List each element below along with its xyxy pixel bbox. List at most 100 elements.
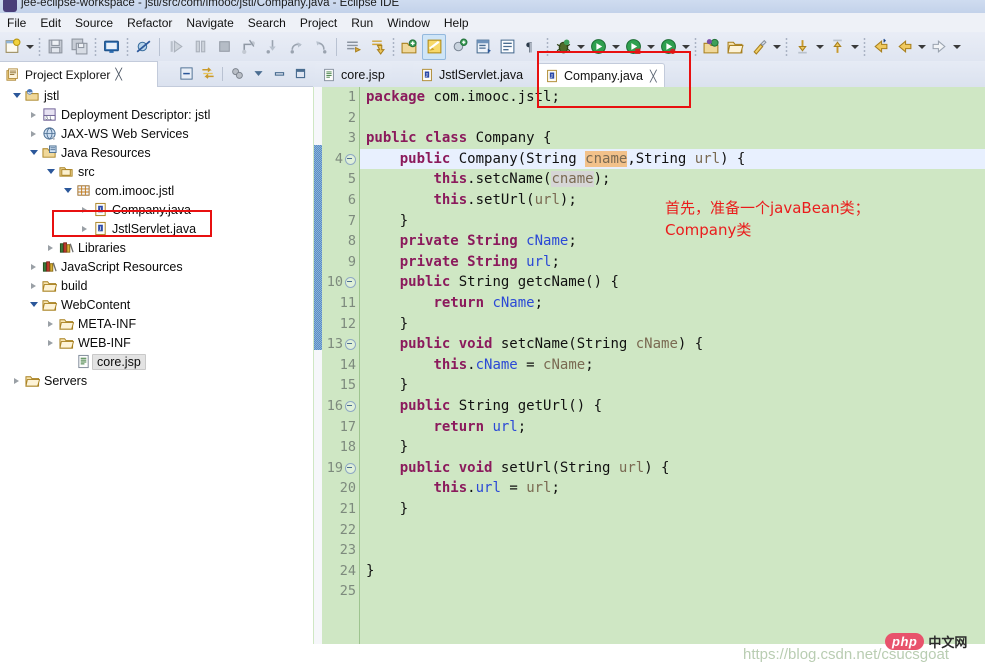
tree-item-com-imooc-jstl[interactable]: com.imooc.jstl: [0, 181, 313, 200]
step-over-icon[interactable]: [285, 35, 307, 59]
menu-item-file[interactable]: File: [0, 15, 33, 31]
tree-item-core-jsp[interactable]: core.jsp: [0, 352, 313, 371]
open-folder-icon[interactable]: [724, 35, 746, 59]
tree-item-servers[interactable]: Servers: [0, 371, 313, 390]
code-line[interactable]: this.cName = cName;: [360, 355, 985, 376]
chevron-down-icon[interactable]: [27, 143, 40, 162]
chevron-right-icon[interactable]: [27, 276, 40, 295]
disconnect-icon[interactable]: [237, 35, 259, 59]
fold-toggle-icon[interactable]: [345, 462, 356, 474]
next-annotation-icon[interactable]: [342, 35, 364, 59]
new-java-class-icon[interactable]: [422, 33, 446, 60]
minimize-view-icon[interactable]: [269, 63, 290, 84]
forward-dropdown[interactable]: [951, 35, 962, 59]
code-line[interactable]: [360, 519, 985, 540]
menu-item-edit[interactable]: Edit: [33, 15, 68, 31]
suspend-icon[interactable]: [189, 35, 211, 59]
editor-tab-jstlservlet-java[interactable]: J JstlServlet.java: [413, 63, 531, 87]
previous-edit-icon[interactable]: [791, 35, 813, 59]
code-line[interactable]: }: [360, 499, 985, 520]
code-line[interactable]: public String getcName() {: [360, 272, 985, 293]
external-tools-icon[interactable]: [748, 35, 770, 59]
fold-toggle-icon[interactable]: [345, 277, 356, 289]
external-tools-dropdown[interactable]: [771, 35, 782, 59]
terminate-icon[interactable]: [213, 35, 235, 59]
code-line[interactable]: return cName;: [360, 293, 985, 314]
code-text[interactable]: package com.imooc.jstl; public class Comp…: [360, 87, 985, 644]
menu-item-search[interactable]: Search: [241, 15, 293, 31]
scrollbar-thumb[interactable]: [314, 145, 322, 350]
link-with-editor-icon[interactable]: [197, 63, 218, 84]
code-line[interactable]: public Company(String cname,String url) …: [360, 148, 985, 170]
skip-breakpoints-icon[interactable]: [132, 35, 154, 59]
view-menu-icon[interactable]: [248, 63, 269, 84]
maximize-view-icon[interactable]: [290, 63, 311, 84]
step-into-icon[interactable]: [261, 35, 283, 59]
chevron-down-icon[interactable]: [27, 295, 40, 314]
fold-toggle-icon[interactable]: [345, 400, 356, 412]
project-tree[interactable]: jstl 3.1 Deployment Descriptor: jstl JAX-WS…: [0, 86, 313, 644]
tree-item-java-resources[interactable]: Java Resources: [0, 143, 313, 162]
tree-item-meta-inf[interactable]: META-INF: [0, 314, 313, 333]
tree-item-libraries[interactable]: Libraries: [0, 238, 313, 257]
new-wizard-dropdown[interactable]: [24, 35, 35, 59]
new-package-icon[interactable]: [448, 35, 470, 59]
tree-item-webcontent[interactable]: WebContent: [0, 295, 313, 314]
new-wizard-icon[interactable]: [1, 35, 23, 59]
code-line[interactable]: }: [360, 375, 985, 396]
code-line[interactable]: [360, 581, 985, 602]
code-line[interactable]: return url;: [360, 417, 985, 438]
chevron-right-icon[interactable]: [27, 257, 40, 276]
code-line[interactable]: public void setcName(String cName) {: [360, 334, 985, 355]
chevron-right-icon[interactable]: [44, 314, 57, 333]
fold-toggle-icon[interactable]: [345, 153, 356, 165]
menu-item-source[interactable]: Source: [68, 15, 120, 31]
chevron-down-icon[interactable]: [44, 162, 57, 181]
focus-on-active-task-icon[interactable]: [227, 63, 248, 84]
code-line[interactable]: public class Company {: [360, 128, 985, 149]
tree-item-build[interactable]: build: [0, 276, 313, 295]
collapse-all-icon[interactable]: [176, 63, 197, 84]
menu-item-navigate[interactable]: Navigate: [179, 15, 240, 31]
new-server-icon[interactable]: [700, 35, 722, 59]
back-history-icon[interactable]: [869, 35, 891, 59]
menu-item-help[interactable]: Help: [437, 15, 476, 31]
code-editor[interactable]: 1 2 3 4 5 6 7 8 9 10 11 12 13 14 15 16 17 18 19 20 21 22 23 24 2…: [313, 87, 985, 663]
code-line[interactable]: }: [360, 561, 985, 582]
editor-vertical-scrollbar[interactable]: [314, 87, 322, 644]
editor-tab-core-jsp[interactable]: core.jsp: [315, 63, 392, 87]
chevron-right-icon[interactable]: [10, 371, 23, 390]
code-line[interactable]: this.url = url;: [360, 478, 985, 499]
chevron-right-icon[interactable]: [27, 105, 40, 124]
code-line[interactable]: public void setUrl(String url) {: [360, 458, 985, 479]
chevron-down-icon[interactable]: [61, 181, 74, 200]
code-line[interactable]: private String url;: [360, 252, 985, 273]
code-line[interactable]: [360, 108, 985, 129]
tree-item-jstl[interactable]: jstl: [0, 86, 313, 105]
chevron-down-icon[interactable]: [10, 86, 23, 105]
menu-item-run[interactable]: Run: [344, 15, 380, 31]
previous-edit-dropdown[interactable]: [814, 35, 825, 59]
toggle-mark-occurrences-icon[interactable]: [496, 35, 518, 59]
chevron-right-icon[interactable]: [27, 124, 40, 143]
open-console-icon[interactable]: [100, 35, 122, 59]
menu-item-refactor[interactable]: Refactor: [120, 15, 179, 31]
save-all-icon[interactable]: [68, 35, 90, 59]
open-type-icon[interactable]: [472, 35, 494, 59]
code-line[interactable]: }: [360, 314, 985, 335]
chevron-right-icon[interactable]: [44, 333, 57, 352]
code-line[interactable]: this.setcName(cname);: [360, 169, 985, 190]
close-icon[interactable]: ╳: [115, 68, 122, 81]
back-dropdown[interactable]: [916, 35, 927, 59]
save-icon[interactable]: [44, 35, 66, 59]
tree-item-src[interactable]: src: [0, 162, 313, 181]
forward-history-icon[interactable]: [928, 35, 950, 59]
back-alt-icon[interactable]: [893, 35, 915, 59]
code-line[interactable]: public String getUrl() {: [360, 396, 985, 417]
tree-item-javascript-resources[interactable]: JavaScript Resources: [0, 257, 313, 276]
menu-item-project[interactable]: Project: [293, 15, 344, 31]
previous-annotation-icon[interactable]: [366, 35, 388, 59]
step-return-icon[interactable]: [309, 35, 331, 59]
chevron-right-icon[interactable]: [44, 238, 57, 257]
tab-project-explorer[interactable]: Project Explorer ╳: [0, 61, 158, 87]
